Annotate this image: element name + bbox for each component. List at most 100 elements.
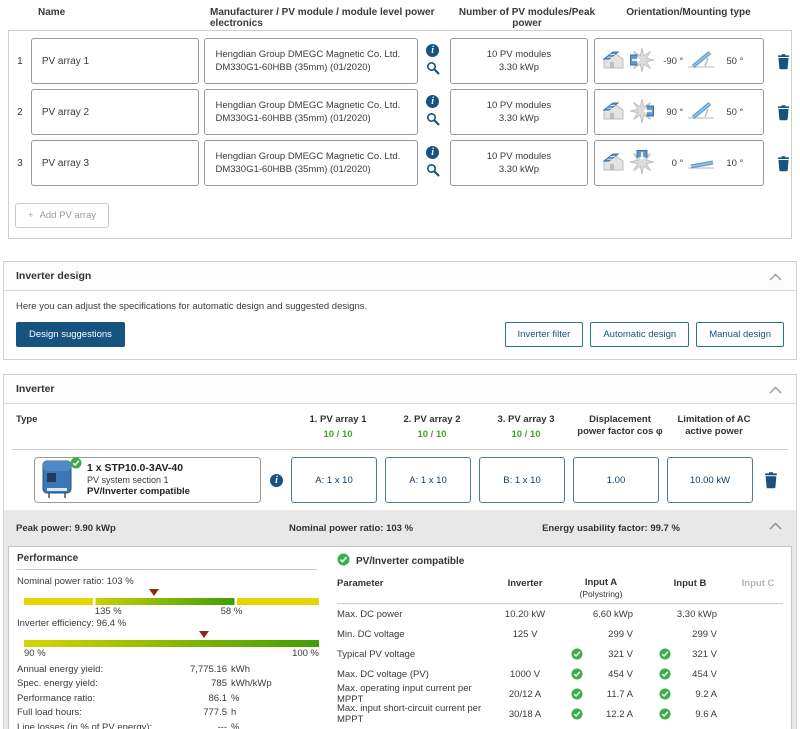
ok-check-icon (571, 668, 583, 680)
automatic-design-button[interactable]: Automatic design (590, 322, 690, 347)
pv-module-field[interactable]: Hengdian Group DMEGC Magnetic Co. Ltd. D… (204, 89, 418, 135)
house-roof-icon (601, 49, 626, 74)
collapse-chevron-icon[interactable] (769, 272, 782, 284)
inverter-filter-button[interactable]: Inverter filter (504, 322, 584, 347)
performance-title: Performance (17, 553, 79, 564)
info-icon[interactable]: i (426, 146, 440, 159)
inverter-design-section: Inverter design Here you can adjust the … (3, 261, 797, 360)
inverter-table-header: Type 1. PV array 1 10 / 10 2. PV array 2… (4, 404, 796, 441)
manufacturer-line: Hengdian Group DMEGC Magnetic Co. Ltd. (215, 100, 401, 111)
column-header-ac-limit: Limitation of AC active power (677, 414, 751, 437)
modules-peak-power-field[interactable]: 10 PV modules 3.30 kWp (449, 89, 589, 135)
delete-pv-array-icon[interactable] (776, 140, 791, 186)
string-config-array-1-field[interactable]: A: 1 x 10 (291, 457, 377, 503)
delete-pv-array-icon[interactable] (776, 38, 791, 84)
gauge-scale-label: 90 % (24, 648, 46, 659)
info-icon[interactable]: i (270, 473, 283, 487)
ok-check-icon (571, 648, 583, 660)
house-roof-icon (601, 151, 626, 176)
pv-array-name-field[interactable]: PV array 3 (30, 140, 200, 186)
ok-check-icon (659, 688, 671, 700)
pv-table-header: Name Manufacturer / PV module / module l… (8, 0, 792, 30)
inverter-type-field[interactable]: 1 x STP10.0-3AV-40 PV system section 1 P… (34, 457, 261, 503)
pv-array-row: 2 PV array 2 Hengdian Group DMEGC Magnet… (9, 89, 791, 135)
delete-pv-array-icon[interactable] (776, 89, 791, 135)
module-ratio: 10 / 10 (417, 429, 447, 440)
magnifier-icon[interactable] (426, 112, 440, 129)
orientation-field[interactable]: 90 ° 50 ° (594, 89, 764, 135)
inverter-row: 1 x STP10.0-3AV-40 PV system section 1 P… (4, 450, 796, 510)
peak-power-summary: Peak power: 9.90 kWp (16, 522, 116, 534)
compatible-check-icon (337, 553, 350, 569)
tilt-icon (686, 101, 716, 124)
cos-phi-field[interactable]: 1.00 (573, 457, 659, 503)
manual-design-button[interactable]: Manual design (696, 322, 784, 347)
ac-power-limit-field[interactable]: 10.00 kW (667, 457, 753, 503)
compat-row: Typical PV voltage 321 V 321 V (337, 648, 717, 660)
compat-row: Max. DC voltage (PV) 1000 V 454 V 454 V (337, 668, 717, 680)
module-line: DM330G1-60HBB (35mm) (01/2020) (215, 62, 371, 73)
add-pv-array-button[interactable]: + Add PV array (15, 203, 110, 228)
magnifier-icon[interactable] (426, 163, 440, 180)
magnifier-icon[interactable] (426, 61, 440, 78)
info-icon[interactable]: i (426, 44, 440, 57)
modules-peak-power-field[interactable]: 10 PV modules 3.30 kWp (449, 140, 589, 186)
collapse-chevron-icon[interactable] (769, 385, 782, 397)
column-header-type: Type (16, 414, 38, 425)
column-header-pv-array-3: 3. PV array 3 10 / 10 (483, 414, 569, 441)
orientation-field[interactable]: 0 ° 10 ° (594, 140, 764, 186)
inverter-summary-bar: Peak power: 9.90 kWp Nominal power ratio… (4, 510, 796, 546)
delete-inverter-icon[interactable] (763, 471, 779, 489)
column-header-manufacturer: Manufacturer / PV module / module level … (210, 7, 435, 29)
module-line: DM330G1-60HBB (35mm) (01/2020) (215, 164, 371, 175)
info-icon[interactable]: i (426, 95, 440, 108)
gauge-scale-label: 135 % (94, 606, 122, 617)
tilt-icon (686, 50, 716, 73)
performance-stats: Annual energy yield: 7,775.16 kWh Spec. en… (17, 662, 322, 729)
ok-check-icon (571, 688, 583, 700)
module-ratio: 10 / 10 (323, 429, 353, 440)
string-config-array-2-field[interactable]: A: 1 x 10 (385, 457, 471, 503)
gauge-scale-label: 58 % (220, 606, 243, 617)
stat-row: Annual energy yield: 7,775.16 kWh (17, 663, 250, 675)
column-header-pv-array-1: 1. PV array 1 10 / 10 (295, 414, 381, 441)
tilt-value: 50 ° (726, 55, 744, 67)
plus-icon: + (28, 210, 34, 221)
inverter-design-description: Here you can adjust the specifications f… (16, 301, 368, 312)
compat-row: Max. DC power 10.20 kW 6.60 kWp 3.30 kWp (337, 608, 717, 620)
energy-usability-summary: Energy usability factor: 99.7 % (542, 522, 680, 534)
collapse-chevron-icon[interactable] (769, 522, 782, 533)
column-header-pv-array-2: 2. PV array 2 10 / 10 (389, 414, 475, 441)
module-ratio: 10 / 10 (511, 429, 541, 440)
pv-array-card: 1 PV array 1 Hengdian Group DMEGC Magnet… (8, 30, 792, 239)
column-header-modules: Number of PV modules/Peak power (458, 7, 596, 29)
compatibility-table-header: Parameter Inverter Input A (Polystring) I… (337, 578, 783, 604)
inverter-design-header[interactable]: Inverter design (4, 262, 796, 291)
ok-check-icon (659, 708, 671, 720)
pv-module-field[interactable]: Hengdian Group DMEGC Magnetic Co. Ltd. D… (204, 38, 418, 84)
column-header-orientation: Orientation/Mounting type (626, 7, 751, 18)
gauge-label: Inverter efficiency: 96.4 % (17, 618, 127, 629)
orientation-field[interactable]: -90 ° 50 ° (594, 38, 764, 84)
stat-row: Performance ratio: 86.1% (17, 692, 240, 704)
pv-array-name-field[interactable]: PV array 2 (30, 89, 200, 135)
tilt-value: 10 ° (726, 157, 744, 169)
tilt-icon (686, 152, 716, 175)
performance-panel: Performance Nominal power ratio: 103 % 1… (9, 547, 322, 729)
string-config-array-3-field[interactable]: B: 1 x 10 (479, 457, 565, 503)
inverter-header[interactable]: Inverter (4, 375, 796, 404)
ok-check-icon (659, 648, 671, 660)
pv-module-field[interactable]: Hengdian Group DMEGC Magnetic Co. Ltd. D… (204, 140, 418, 186)
compat-row: Max. operating input current per MPPT 20… (337, 683, 717, 705)
inverter-section: Inverter Type 1. PV array 1 10 / 10 2. P… (3, 374, 797, 729)
compat-row: Max. input short-circuit current per MPP… (337, 703, 717, 725)
manufacturer-line: Hengdian Group DMEGC Magnetic Co. Ltd. (215, 151, 401, 162)
pv-design-page: Name Manufacturer / PV module / module l… (0, 0, 800, 729)
design-suggestions-button[interactable]: Design suggestions (16, 322, 125, 347)
compatibility-panel: PV/Inverter compatible Parameter Inverte… (322, 547, 791, 729)
modules-peak-power-field[interactable]: 10 PV modules 3.30 kWp (449, 38, 589, 84)
gauge-marker-icon (148, 589, 159, 596)
row-index: 1 (17, 55, 23, 67)
pv-array-name-field[interactable]: PV array 1 (30, 38, 200, 84)
gauge-label: Nominal power ratio: 103 % (17, 576, 134, 587)
